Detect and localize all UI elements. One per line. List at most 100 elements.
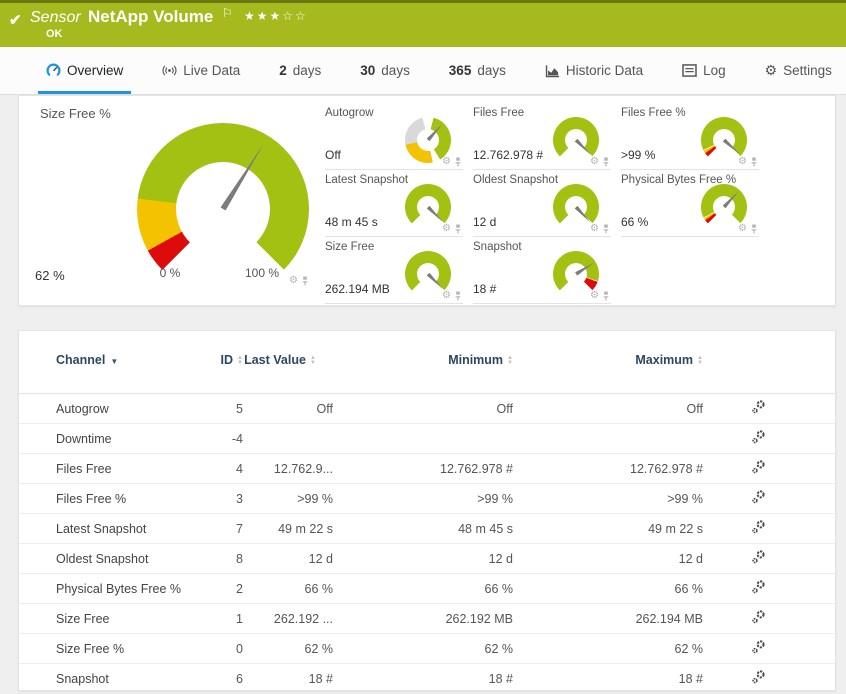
tab-30-days[interactable]: 30 days bbox=[360, 47, 410, 94]
main-gauge-label: Size Free % bbox=[40, 106, 111, 121]
channel-row-size-free[interactable]: Size Free % 0 62 % 62 % 62 % bbox=[19, 634, 835, 664]
channel-settings-icon[interactable] bbox=[751, 459, 767, 475]
pin-icon[interactable] bbox=[454, 291, 462, 301]
gauge-tile-size-free: Size Free 262.194 MB ⚙ bbox=[325, 237, 463, 304]
gauge-tile-files-free: Files Free % >99 % ⚙ bbox=[621, 103, 759, 170]
gear-icon[interactable]: ⚙ bbox=[442, 224, 451, 234]
channel-settings-icon[interactable] bbox=[751, 579, 767, 595]
tab-overview[interactable]: Overview bbox=[37, 47, 132, 94]
column-header-minimum[interactable]: Minimum ▲ ▼ bbox=[333, 345, 513, 367]
channel-settings-icon[interactable] bbox=[751, 639, 767, 655]
channel-last-value: 49 m 22 s bbox=[278, 521, 333, 536]
channel-name: Size Free bbox=[56, 611, 110, 626]
log-icon bbox=[682, 64, 697, 77]
gear-icon[interactable]: ⚙ bbox=[590, 291, 599, 301]
pin-icon[interactable] bbox=[602, 157, 610, 167]
channel-id: 4 bbox=[236, 461, 243, 476]
channel-row-size-free[interactable]: Size Free 1 262.192 ... 262.192 MB 262.1… bbox=[19, 604, 835, 634]
channel-minimum: 48 m 45 s bbox=[458, 521, 513, 536]
gauge-label: Snapshot bbox=[473, 241, 522, 253]
channel-row-autogrow[interactable]: Autogrow 5 Off Off Off bbox=[19, 394, 835, 424]
gear-icon[interactable]: ⚙ bbox=[590, 157, 599, 167]
channel-minimum: >99 % bbox=[477, 491, 513, 506]
channel-row-physical-bytes-free[interactable]: Physical Bytes Free % 2 66 % 66 % 66 % bbox=[19, 574, 835, 604]
gear-icon[interactable]: ⚙ bbox=[590, 224, 599, 234]
channel-settings-icon[interactable] bbox=[751, 399, 767, 415]
channel-row-files-free[interactable]: Files Free 4 12.762.9... 12.762.978 # 12… bbox=[19, 454, 835, 484]
channel-id: 3 bbox=[236, 491, 243, 506]
sensor-header: ✔ Sensor NetApp Volume ⚐ ★★★☆☆ OK bbox=[0, 0, 846, 47]
channel-last-value: 62 % bbox=[304, 641, 334, 656]
tab-settings[interactable]: ⚙ Settings bbox=[765, 47, 832, 94]
tab-2-days[interactable]: 2 days bbox=[279, 47, 321, 94]
channel-row-latest-snapshot[interactable]: Latest Snapshot 7 49 m 22 s 48 m 45 s 49… bbox=[19, 514, 835, 544]
channel-row-files-free[interactable]: Files Free % 3 >99 % >99 % >99 % bbox=[19, 484, 835, 514]
gauge-tile-files-free: Files Free 12.762.978 # ⚙ bbox=[473, 103, 611, 170]
pin-icon[interactable] bbox=[301, 276, 309, 286]
channel-settings-icon[interactable] bbox=[751, 489, 767, 505]
channel-minimum: 18 # bbox=[488, 671, 513, 686]
channel-last-value: 12 d bbox=[308, 551, 333, 566]
channel-settings-icon[interactable] bbox=[751, 669, 767, 685]
channel-maximum: >99 % bbox=[667, 491, 703, 506]
gear-icon[interactable]: ⚙ bbox=[738, 157, 747, 167]
gauge-value: 48 m 45 s bbox=[325, 215, 378, 229]
pin-icon[interactable] bbox=[454, 157, 462, 167]
column-header-maximum[interactable]: Maximum ▲ ▼ bbox=[513, 345, 703, 367]
gauge-label: Oldest Snapshot bbox=[473, 174, 559, 186]
gauge-label: Files Free bbox=[473, 107, 525, 119]
channel-name: Files Free bbox=[56, 461, 112, 476]
gauge-needle bbox=[723, 139, 741, 156]
channel-table-panel: Channel ▼ ID ▲ ▼ Last Value ▲ ▼ Minimum ▲ ▼ Maximum… bbox=[18, 330, 836, 694]
gauge-value: >99 % bbox=[621, 148, 656, 162]
tab-log[interactable]: Log bbox=[682, 47, 726, 94]
column-header-last-value[interactable]: Last Value ▲ ▼ bbox=[243, 345, 317, 367]
channel-id: 7 bbox=[236, 521, 243, 536]
sort-toggle-icon[interactable]: ▲ ▼ bbox=[310, 355, 316, 366]
gear-icon[interactable]: ⚙ bbox=[442, 157, 451, 167]
priority-stars[interactable]: ★★★☆☆ bbox=[244, 9, 308, 23]
pin-icon[interactable] bbox=[602, 224, 610, 234]
gauge-value: 66 % bbox=[621, 215, 649, 229]
sensor-status-badge: OK bbox=[46, 28, 63, 40]
channel-settings-icon[interactable] bbox=[751, 429, 767, 445]
tab-365-days[interactable]: 365 days bbox=[449, 47, 506, 94]
sort-desc-icon[interactable]: ▼ bbox=[110, 357, 118, 366]
mini-gauge-grid: Autogrow Off ⚙ Files Free 12.762.978 # ⚙… bbox=[325, 103, 759, 304]
channel-id: 0 bbox=[236, 641, 243, 656]
channel-id: 6 bbox=[236, 671, 243, 686]
channel-last-value: 66 % bbox=[304, 581, 334, 596]
channel-table-header: Channel ▼ ID ▲ ▼ Last Value ▲ ▼ Minimum ▲ ▼ Maximum… bbox=[19, 331, 835, 394]
channel-settings-icon[interactable] bbox=[751, 549, 767, 565]
gauge-tile-oldest-snapshot: Oldest Snapshot 12 d ⚙ bbox=[473, 170, 611, 237]
gauge-value: Off bbox=[325, 148, 341, 162]
gauge-label: Latest Snapshot bbox=[325, 174, 409, 186]
channel-maximum: 66 % bbox=[674, 581, 704, 596]
pin-icon[interactable] bbox=[750, 224, 758, 234]
channel-row-oldest-snapshot[interactable]: Oldest Snapshot 8 12 d 12 d 12 d bbox=[19, 544, 835, 574]
gear-icon[interactable]: ⚙ bbox=[442, 291, 451, 301]
column-header-id[interactable]: ID ▲ ▼ bbox=[189, 345, 243, 367]
channel-settings-icon[interactable] bbox=[751, 609, 767, 625]
gauge-value: 18 # bbox=[473, 282, 497, 296]
sort-toggle-icon[interactable]: ▲ ▼ bbox=[697, 355, 703, 366]
channel-maximum: 262.194 MB bbox=[635, 611, 703, 626]
channel-id: 5 bbox=[236, 401, 243, 416]
pin-icon[interactable] bbox=[750, 157, 758, 167]
column-header-channel[interactable]: Channel ▼ bbox=[56, 345, 189, 369]
gear-icon[interactable]: ⚙ bbox=[738, 224, 747, 234]
channel-row-snapshot[interactable]: Snapshot 6 18 # 18 # 18 # bbox=[19, 664, 835, 694]
gauge-tile-physical-bytes-free: Physical Bytes Free % 66 % ⚙ bbox=[621, 170, 759, 237]
object-kind-label: Sensor bbox=[30, 9, 81, 26]
channel-name: Size Free % bbox=[56, 641, 125, 656]
pin-icon[interactable] bbox=[454, 224, 462, 234]
flag-icon[interactable]: ⚐ bbox=[222, 6, 233, 20]
gauge-icon bbox=[46, 63, 61, 78]
gauge-needle bbox=[427, 123, 444, 141]
tab-live-data[interactable]: Live Data bbox=[162, 47, 240, 94]
channel-settings-icon[interactable] bbox=[751, 519, 767, 535]
pin-icon[interactable] bbox=[602, 291, 610, 301]
channel-row-downtime[interactable]: Downtime -4 bbox=[19, 424, 835, 454]
tab-historic-data[interactable]: Historic Data bbox=[545, 47, 643, 94]
gear-icon[interactable]: ⚙ bbox=[289, 276, 298, 286]
